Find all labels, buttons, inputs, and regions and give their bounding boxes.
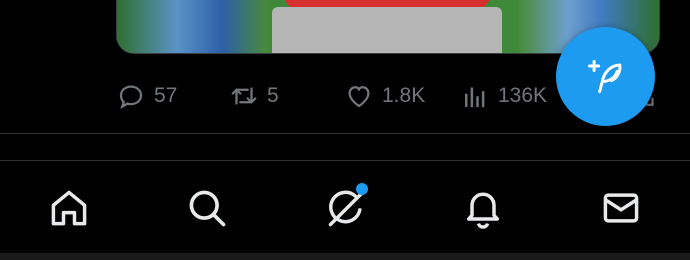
search-icon — [189, 190, 226, 227]
mail-icon — [603, 193, 639, 223]
home-icon — [51, 190, 87, 226]
tweet-divider — [0, 133, 690, 134]
nav-notifications[interactable] — [460, 185, 506, 231]
nav-messages[interactable] — [598, 185, 644, 231]
views-count: 136K — [498, 84, 548, 107]
reply-icon — [119, 85, 143, 110]
heart-icon — [348, 86, 370, 108]
retweet-count: 5 — [267, 84, 279, 107]
grok-notification-dot — [356, 183, 368, 195]
retweet-button[interactable]: 5 — [229, 78, 279, 114]
media-background-left — [117, 0, 267, 53]
retweet-icon — [231, 87, 257, 105]
like-count: 1.8K — [382, 84, 426, 107]
feather-plus-icon — [587, 59, 621, 93]
like-button[interactable]: 1.8K — [344, 78, 425, 114]
nav-search[interactable] — [184, 185, 230, 231]
reply-count: 57 — [154, 84, 178, 107]
reply-button[interactable]: 57 — [116, 78, 177, 114]
home-indicator-strip — [0, 253, 690, 260]
compose-tweet-button[interactable] — [556, 27, 655, 126]
bar-chart-icon — [465, 87, 485, 108]
media-grey-shorts — [272, 7, 502, 53]
views-button[interactable]: 136K — [460, 78, 547, 114]
nav-home[interactable] — [46, 185, 92, 231]
bottom-navigation-bar — [0, 161, 690, 253]
bell-icon — [466, 192, 500, 229]
nav-grok[interactable] — [324, 183, 370, 231]
